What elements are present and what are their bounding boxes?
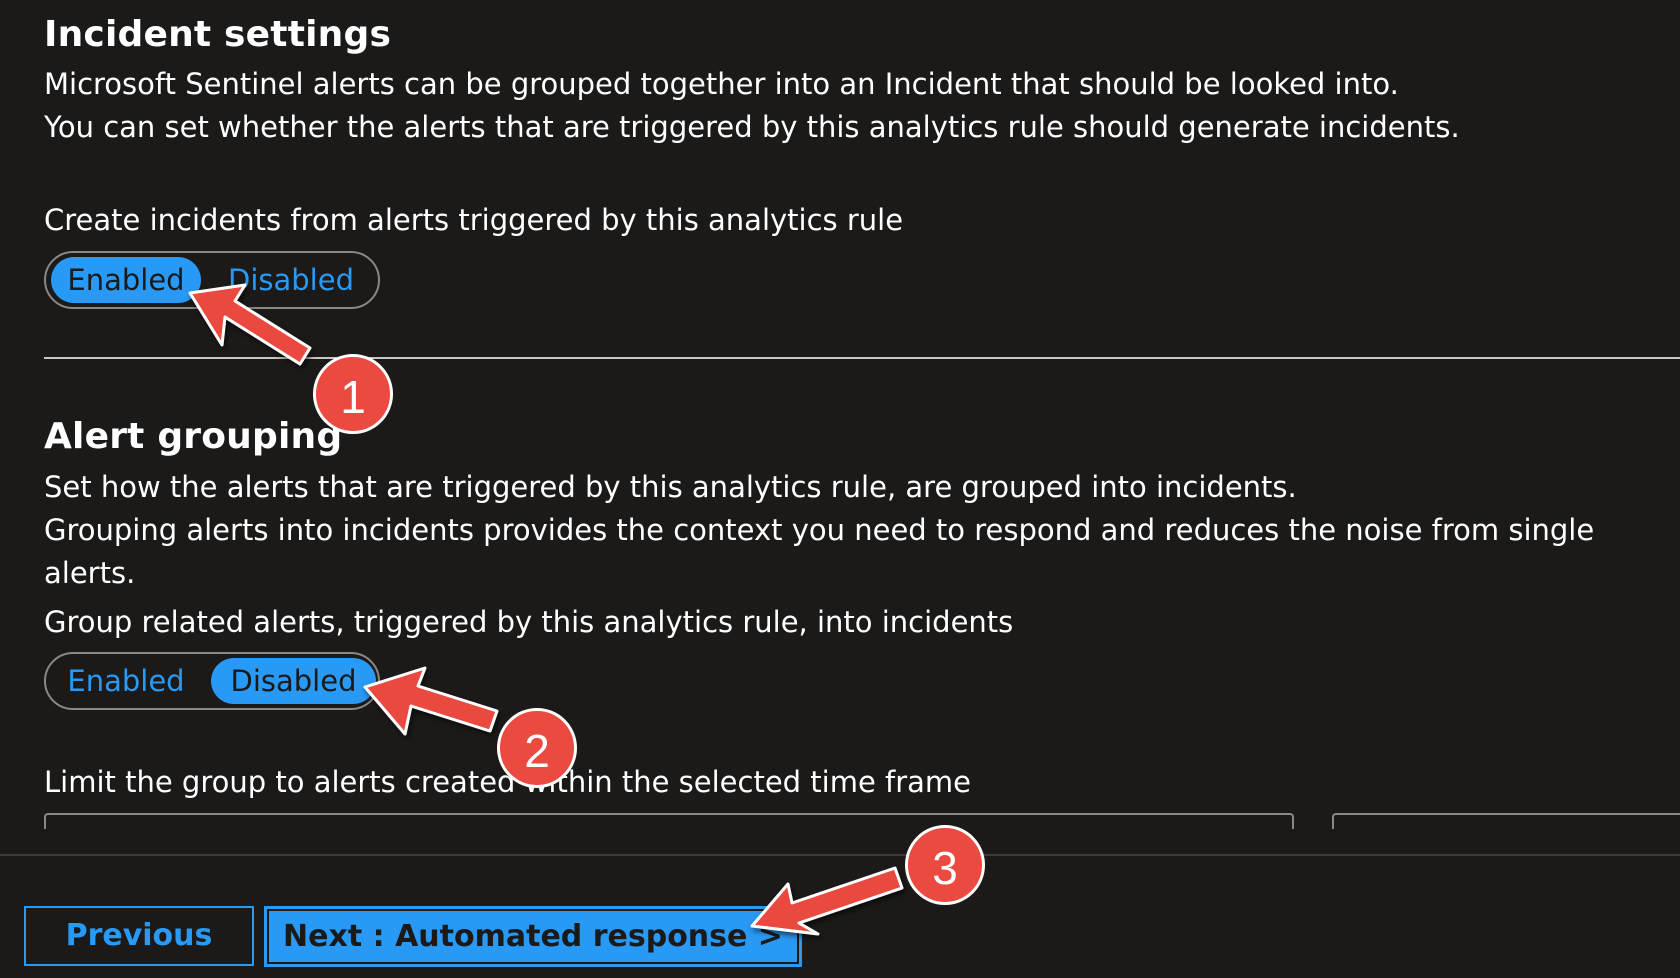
footer-divider bbox=[0, 854, 1680, 856]
section-divider bbox=[44, 357, 1680, 359]
alert-grouping-description-2: Grouping alerts into incidents provides … bbox=[44, 513, 1595, 590]
time-frame-unit-dropdown[interactable] bbox=[1332, 813, 1680, 829]
time-frame-dropdown[interactable] bbox=[44, 813, 1294, 829]
create-incidents-label: Create incidents from alerts triggered b… bbox=[44, 203, 904, 237]
group-alerts-toggle[interactable]: Enabled Disabled bbox=[44, 652, 380, 710]
annotation-badge-1: 1 bbox=[313, 354, 393, 434]
arrow-2 bbox=[363, 666, 499, 736]
previous-button[interactable]: Previous bbox=[24, 906, 254, 966]
incident-settings-description-2: You can set whether the alerts that are … bbox=[44, 110, 1460, 144]
alert-grouping-description-1: Set how the alerts that are triggered by… bbox=[44, 470, 1297, 504]
group-alerts-disabled-option[interactable]: Disabled bbox=[211, 658, 376, 704]
annotation-badge-2: 2 bbox=[497, 708, 577, 788]
create-incidents-enabled-option[interactable]: Enabled bbox=[51, 257, 201, 303]
incident-settings-title: Incident settings bbox=[44, 14, 392, 55]
group-alerts-enabled-option[interactable]: Enabled bbox=[51, 658, 201, 704]
annotation-badge-3: 3 bbox=[905, 825, 985, 905]
incident-settings-description-1: Microsoft Sentinel alerts can be grouped… bbox=[44, 67, 1399, 101]
next-automated-response-button[interactable]: Next : Automated response > bbox=[264, 906, 802, 967]
create-incidents-toggle[interactable]: Enabled Disabled bbox=[44, 251, 380, 309]
create-incidents-disabled-option[interactable]: Disabled bbox=[206, 257, 376, 303]
alert-grouping-title: Alert grouping bbox=[44, 416, 343, 457]
group-alerts-label: Group related alerts, triggered by this … bbox=[44, 605, 1014, 639]
